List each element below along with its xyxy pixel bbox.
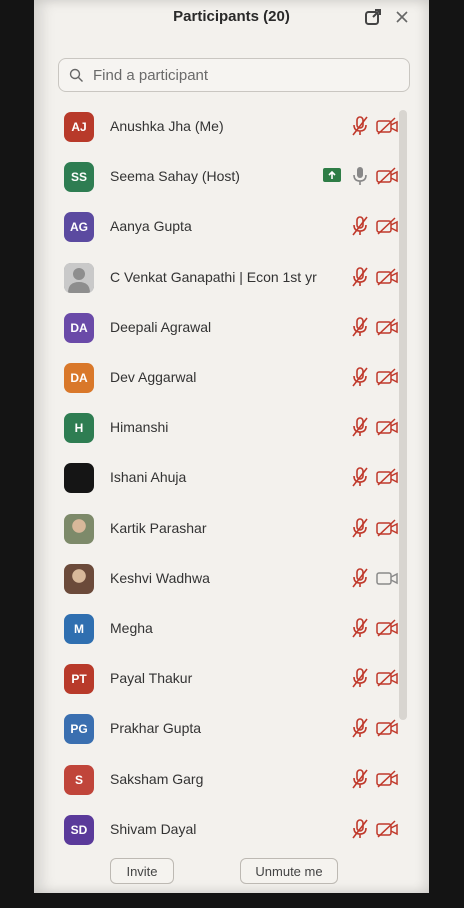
participant-row[interactable]: Ishani Ahuja (34, 455, 429, 505)
search-field[interactable] (58, 58, 410, 92)
avatar: DA (64, 312, 94, 343)
screen-share-icon (322, 167, 342, 183)
close-icon[interactable] (391, 6, 413, 28)
mic-muted-icon[interactable] (350, 768, 370, 790)
participant-name: Aanya Gupta (110, 218, 192, 235)
mic-muted-icon[interactable] (350, 717, 370, 739)
avatar: DA (64, 363, 94, 393)
participant-row[interactable]: Kartik Parashar (34, 506, 429, 556)
avatar: M (64, 614, 94, 644)
avatar: SD (64, 814, 94, 845)
participant-row[interactable]: DA Dev Aggarwal (34, 355, 429, 405)
participant-row[interactable]: SD Shivam Dayal (34, 807, 429, 849)
mic-muted-icon[interactable] (350, 115, 370, 137)
participant-row[interactable]: M Megha (34, 606, 429, 656)
participants-panel: Participants (20) AJAnushka Jha (Me) SSS… (34, 0, 429, 893)
participant-list: AJ Anushka Jha (Me) SS Seema Sahay (Host) … (34, 104, 429, 849)
video-off-icon[interactable] (375, 166, 399, 186)
panel-footer: Invite Unmute me (34, 850, 429, 893)
participant-name: Deepali Agrawal (110, 318, 212, 335)
search-input[interactable] (91, 65, 395, 85)
video-off-icon[interactable] (375, 819, 399, 839)
participant-row[interactable]: AJ Anushka Jha (Me) (34, 104, 429, 154)
avatar (64, 563, 94, 594)
participant-name: Himanshi (110, 419, 169, 436)
avatar: PG (64, 714, 94, 745)
participant-name: Seema Sahay (Host) (110, 168, 240, 185)
search-icon (69, 66, 87, 84)
avatar: S (64, 764, 94, 795)
video-off-icon[interactable] (375, 216, 399, 236)
video-off-icon[interactable] (375, 668, 399, 688)
video-off-icon[interactable] (375, 518, 399, 538)
avatar (64, 262, 94, 293)
mic-muted-icon[interactable] (350, 567, 370, 589)
video-off-icon[interactable] (375, 718, 399, 738)
video-off-icon[interactable] (375, 317, 399, 337)
mic-muted-icon[interactable] (350, 416, 370, 438)
mic-muted-icon[interactable] (350, 316, 370, 338)
mic-icon[interactable] (350, 165, 370, 187)
participant-name: Dev Aggarwal (110, 369, 197, 385)
video-off-icon[interactable] (375, 568, 399, 588)
video-off-icon[interactable] (375, 467, 399, 487)
participant-name: Shivam Dayal (110, 820, 197, 837)
participant-row[interactable]: PT Payal Thakur (34, 656, 429, 706)
avatar: AJ (64, 112, 94, 142)
participant-row[interactable]: AG Aanya Gupta (34, 204, 429, 254)
mic-muted-icon[interactable] (350, 266, 370, 288)
video-off-icon[interactable] (375, 116, 399, 136)
panel-header: Participants (20) (34, 0, 429, 38)
participant-row[interactable]: Keshvi Wadhwa (34, 556, 429, 606)
video-off-icon[interactable] (375, 417, 399, 437)
participant-name: Megha (110, 620, 153, 636)
participant-name: C Venkat Ganapathi | Econ 1st yr (110, 268, 317, 285)
participant-name: Saksham Garg (110, 770, 204, 787)
participant-row[interactable]: PG Prakhar Gupta (34, 706, 429, 756)
video-off-icon[interactable] (375, 367, 399, 387)
mic-muted-icon[interactable] (350, 667, 370, 689)
participant-name: Payal Thakur (110, 670, 193, 687)
participant-name: Ishani Ahuja (110, 469, 187, 486)
avatar: SS (64, 162, 94, 193)
participant-row[interactable]: DA Deepali Agrawal (34, 305, 429, 355)
list-scrollbar[interactable] (399, 110, 407, 720)
mic-muted-icon[interactable] (350, 466, 370, 488)
participant-name: Anushka Jha (Me) (110, 118, 224, 134)
participant-name: Kartik Parashar (110, 519, 207, 536)
invite-button[interactable]: Invite (110, 858, 174, 884)
avatar (64, 463, 94, 494)
video-off-icon[interactable] (375, 618, 399, 638)
avatar (64, 513, 94, 544)
mic-muted-icon[interactable] (350, 517, 370, 539)
participant-name: Keshvi Wadhwa (110, 569, 210, 586)
participant-name: Prakhar Gupta (110, 720, 202, 737)
participant-row[interactable]: H Himanshi (34, 405, 429, 455)
participant-row[interactable]: SS Seema Sahay (Host) (34, 154, 429, 204)
mic-muted-icon[interactable] (350, 366, 370, 388)
mic-muted-icon[interactable] (350, 818, 370, 840)
mic-muted-icon[interactable] (350, 617, 370, 639)
video-off-icon[interactable] (375, 769, 399, 789)
unmute-me-button[interactable]: Unmute me (240, 858, 338, 884)
participant-row[interactable]: C Venkat Ganapathi | Econ 1st yr (34, 255, 429, 305)
participant-row[interactable]: S Saksham Garg (34, 757, 429, 807)
video-off-icon[interactable] (375, 267, 399, 287)
pop-out-icon[interactable] (362, 6, 384, 28)
avatar: AG (64, 212, 94, 243)
avatar: H (64, 413, 94, 444)
mic-muted-icon[interactable] (350, 215, 370, 237)
avatar: PT (64, 664, 94, 695)
